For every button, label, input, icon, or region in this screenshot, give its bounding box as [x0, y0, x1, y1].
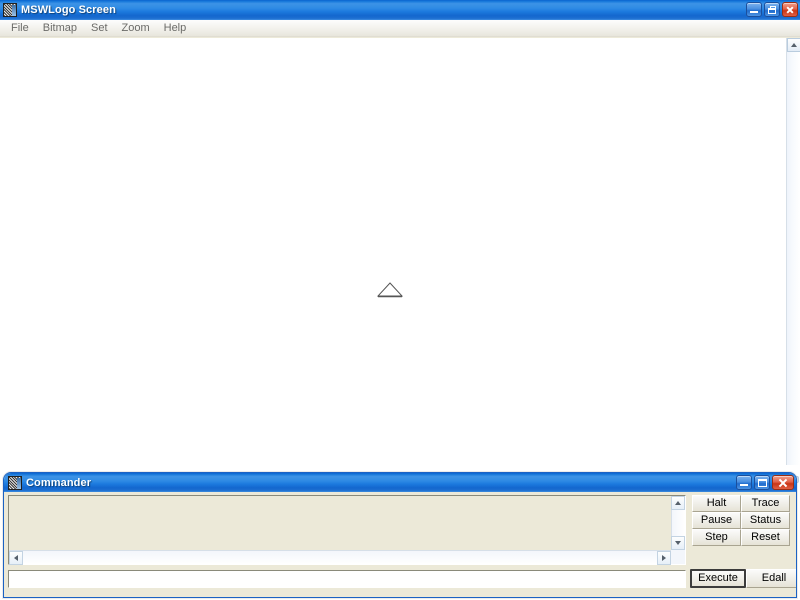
logo-drawing-canvas[interactable]: [0, 38, 786, 465]
menu-item-help[interactable]: Help: [157, 21, 194, 35]
output-scroll-right-button[interactable]: [657, 551, 671, 565]
turtle-cursor: [377, 282, 403, 298]
menu-item-zoom[interactable]: Zoom: [115, 21, 157, 35]
output-scroll-up-button[interactable]: [671, 496, 685, 510]
commander-titlebar[interactable]: Commander: [4, 473, 796, 492]
scroll-up-button[interactable]: [787, 38, 800, 52]
commander-control-panel: Halt Trace Pause Status Step Reset: [692, 495, 790, 565]
command-input[interactable]: [8, 570, 686, 588]
commander-maximize-button[interactable]: [754, 475, 770, 490]
menu-item-set[interactable]: Set: [84, 21, 115, 35]
screen-window-title: MSWLogo Screen: [21, 4, 116, 16]
scroll-up-icon: [791, 43, 797, 47]
scroll-right-icon: [662, 555, 666, 561]
commander-app-icon: [8, 475, 22, 490]
scroll-left-icon: [14, 555, 18, 561]
screen-restore-button[interactable]: [764, 2, 780, 17]
screen-titlebar[interactable]: MSWLogo Screen: [0, 0, 800, 20]
canvas-wrapper: [0, 38, 800, 483]
reset-button[interactable]: Reset: [741, 529, 790, 546]
commander-close-button[interactable]: [772, 475, 794, 490]
menu-item-file[interactable]: File: [4, 21, 36, 35]
commander-output-text[interactable]: [9, 496, 671, 550]
edall-button[interactable]: Edall: [746, 569, 796, 588]
commander-output-pane: [8, 495, 686, 565]
trace-button[interactable]: Trace: [741, 495, 790, 512]
commander-body: Halt Trace Pause Status Step Reset Execu…: [4, 492, 796, 597]
control-button-grid: Halt Trace Pause Status Step Reset: [692, 495, 790, 546]
screen-vertical-scrollbar[interactable]: [786, 38, 800, 483]
halt-button[interactable]: Halt: [692, 495, 741, 512]
step-button[interactable]: Step: [692, 529, 741, 546]
menu-item-bitmap[interactable]: Bitmap: [36, 21, 84, 35]
output-scroll-down-button[interactable]: [671, 536, 685, 550]
commander-window-controls: [736, 475, 794, 490]
commander-action-buttons: Execute Edall: [690, 569, 796, 588]
status-button[interactable]: Status: [741, 512, 790, 529]
mswlogo-screen-window: MSWLogo Screen File Bitmap Set Zoom Help: [0, 0, 800, 483]
screen-menubar: File Bitmap Set Zoom Help: [0, 20, 800, 37]
mswlogo-app-icon: [3, 3, 17, 17]
output-scroll-corner: [671, 550, 685, 564]
output-horizontal-scrollbar[interactable]: [9, 550, 671, 565]
scroll-up-icon: [675, 501, 681, 505]
screen-minimize-button[interactable]: [746, 2, 762, 17]
scroll-down-icon: [675, 541, 681, 545]
output-scroll-left-button[interactable]: [9, 551, 23, 565]
execute-button[interactable]: Execute: [690, 569, 746, 588]
output-vertical-scrollbar[interactable]: [671, 496, 685, 550]
screen-close-button[interactable]: [782, 2, 798, 17]
commander-minimize-button[interactable]: [736, 475, 752, 490]
commander-window-title: Commander: [26, 476, 92, 489]
commander-window: Commander Halt Trace Pause Status Step R…: [3, 472, 797, 598]
pause-button[interactable]: Pause: [692, 512, 741, 529]
screen-window-controls: [746, 2, 798, 17]
